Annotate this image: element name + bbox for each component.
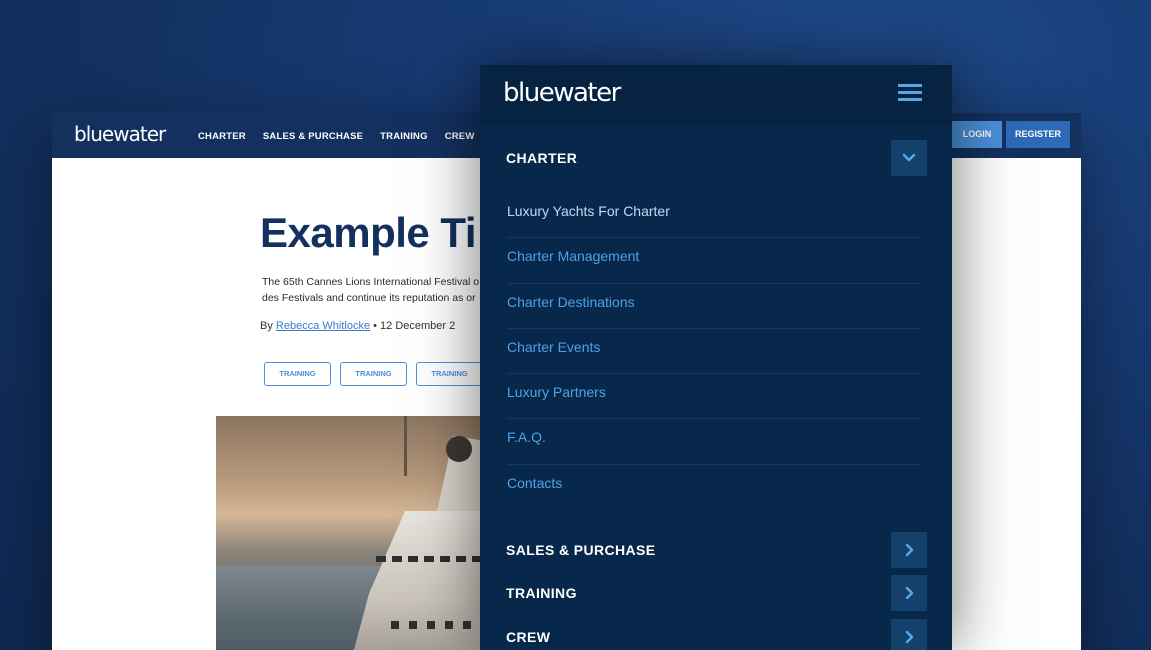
hero-mast [404,416,407,476]
menu-section-label: TRAINING [506,585,577,601]
menu-section-sales-purchase[interactable]: SALES & PURCHASE [480,532,952,568]
submenu-item-faq[interactable]: F.A.Q. [507,419,920,465]
tag-training-3[interactable]: TRAINING [416,362,483,386]
submenu-item-luxury-partners[interactable]: Luxury Partners [507,374,920,420]
charter-submenu: Luxury Yachts For Charter Charter Manage… [507,193,920,510]
menu-section-label: SALES & PURCHASE [506,542,656,558]
tag-training-1[interactable]: TRAINING [264,362,331,386]
article-title: Example Ti [260,209,477,256]
author-link[interactable]: Rebecca Whitlocke [276,320,370,332]
menu-section-label: CHARTER [506,150,578,166]
desktop-nav: CHARTER SALES & PURCHASE TRAINING CREW [198,131,475,142]
tag-training-2[interactable]: TRAINING [340,362,407,386]
submenu-item-charter-management[interactable]: Charter Management [507,238,920,284]
mobile-menu-panel: bluewater CHARTER Luxury Yachts For Char… [480,65,952,650]
hamburger-menu-icon[interactable] [898,84,922,102]
desktop-nav-sales-purchase[interactable]: SALES & PURCHASE [263,131,363,142]
login-button[interactable]: LOGIN [952,121,1002,148]
chevron-right-icon[interactable] [891,532,927,568]
chevron-right-icon[interactable] [891,619,927,650]
submenu-item-contacts[interactable]: Contacts [507,465,920,510]
chevron-right-icon[interactable] [891,575,927,611]
chevron-down-icon[interactable] [891,140,927,176]
submenu-item-charter-events[interactable]: Charter Events [507,329,920,375]
desktop-nav-charter[interactable]: CHARTER [198,131,246,142]
article-date: • 12 December 2 [373,320,456,332]
mobile-header: bluewater [480,65,952,125]
article-byline: By Rebecca Whitlocke • 12 December 2 [260,320,455,332]
hero-radar-dome [446,436,472,462]
desktop-auth: LOGIN REGISTER [952,121,1070,148]
register-button[interactable]: REGISTER [1006,121,1070,148]
submenu-item-luxury-yachts-for-charter[interactable]: Luxury Yachts For Charter [507,193,920,239]
byline-by: By [260,320,273,332]
menu-section-charter[interactable]: CHARTER [480,140,952,176]
submenu-item-charter-destinations[interactable]: Charter Destinations [507,284,920,329]
menu-section-training[interactable]: TRAINING [480,575,952,611]
desktop-logo[interactable]: bluewater [74,122,166,146]
menu-section-label: CREW [506,629,551,645]
article-tags: TRAINING TRAINING TRAINING [264,362,483,386]
desktop-nav-crew[interactable]: CREW [445,131,475,142]
menu-section-crew[interactable]: CREW [480,619,952,650]
mobile-logo[interactable]: bluewater [503,78,621,108]
desktop-nav-training[interactable]: TRAINING [380,131,428,142]
